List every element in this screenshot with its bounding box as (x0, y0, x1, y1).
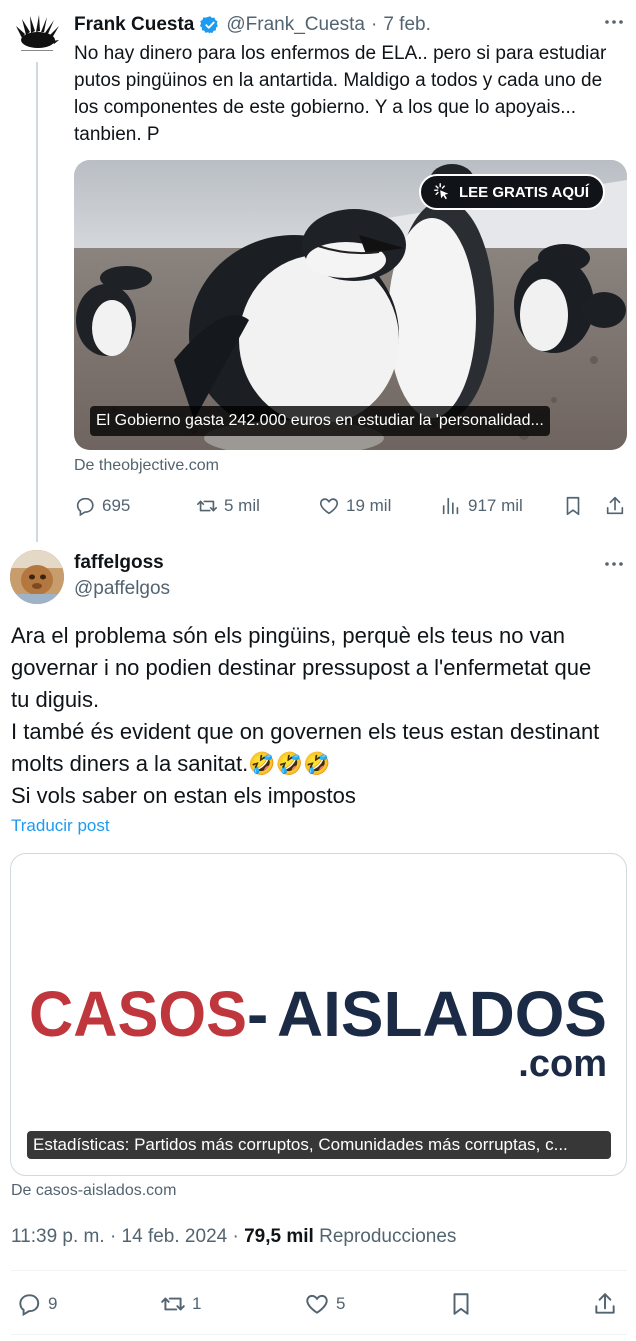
tweet1-action-bar: 695 5 mil 19 mil 917 mil (74, 490, 629, 522)
repost-icon (197, 500, 217, 512)
reply-button-2[interactable]: 9 (16, 1288, 57, 1320)
like-count: 19 mil (346, 496, 392, 515)
reply-icon (19, 1294, 40, 1317)
tweet1-header: Frank Cuesta @Frank_Cuesta · 7 feb. (74, 12, 431, 38)
verified-badge-icon (200, 15, 220, 35)
divider-bottom (11, 1334, 627, 1335)
avatar-frank-cuesta[interactable] (12, 10, 62, 60)
bookmark-button-2[interactable] (448, 1288, 474, 1320)
card-source-2[interactable]: De casos-aislados.com (11, 1182, 176, 1200)
tweet2-action-bar: 9 1 5 (0, 1288, 636, 1322)
post-metadata: 11:39 p. m. · 14 feb. 2024 · 79,5 mil Re… (11, 1226, 456, 1248)
heart-icon (306, 1294, 328, 1314)
share-button-2[interactable] (592, 1288, 618, 1320)
repost-count: 5 mil (224, 496, 260, 515)
thread-line (36, 62, 38, 542)
reply-icon (76, 497, 94, 517)
repost-button-2[interactable]: 1 (160, 1288, 201, 1320)
repost-count-2: 1 (192, 1294, 202, 1313)
more-options-icon-2[interactable] (602, 552, 626, 582)
card-title-overlay-2: Estadísticas: Partidos más corruptos, Co… (27, 1131, 611, 1159)
tweet2-line: Ara el problema són els pingüins, perquè… (11, 623, 566, 648)
views-total: 79,5 mil (244, 1226, 314, 1247)
views-count: 917 mil (468, 496, 523, 515)
logo-dash: - (247, 978, 268, 1050)
logo-aislados: AISLADOS (277, 978, 607, 1050)
read-free-label: LEE GRATIS AQUÍ (458, 183, 589, 201)
tweet2-line: tu diguis. (11, 687, 100, 712)
link-card-casos-aislados[interactable]: CASOS - AISLADOS .com Estadísticas: Part… (10, 853, 627, 1176)
share-button[interactable] (604, 490, 626, 522)
tweet2-line: molts diners a la sanitat.🤣🤣🤣 (11, 751, 331, 776)
reply-button[interactable]: 695 (74, 490, 130, 522)
tweet2-line: I també és evident que on governen els t… (11, 719, 600, 744)
tweet2-line: Si vols saber on estan els impostos (11, 783, 356, 808)
repost-icon (161, 1297, 185, 1311)
card-source[interactable]: De theobjective.com (74, 457, 219, 475)
divider (11, 1270, 627, 1271)
author-name-2[interactable]: faffelgoss (74, 552, 164, 574)
share-icon (595, 1293, 615, 1314)
reply-count: 695 (102, 496, 131, 515)
heart-icon (319, 498, 339, 515)
tweet1-text: No hay dinero para los enfermos de ELA..… (74, 43, 607, 145)
cursor-click-icon (434, 183, 449, 200)
repost-button[interactable]: 5 mil (196, 490, 260, 522)
reply-count-2: 9 (48, 1294, 58, 1313)
post-full-date[interactable]: 14 feb. 2024 (122, 1226, 228, 1247)
views-label: Reproducciones (319, 1226, 457, 1247)
views-button[interactable]: 917 mil (440, 490, 523, 522)
more-options-icon[interactable] (602, 10, 626, 40)
bookmark-icon (566, 496, 580, 516)
like-button[interactable]: 19 mil (318, 490, 391, 522)
avatar-faffelgoss[interactable] (10, 550, 64, 604)
author-handle-2[interactable]: @paffelgos (74, 578, 170, 600)
tweet2-text: Ara el problema són els pingüins, perquè… (11, 620, 621, 812)
card-title-overlay: El Gobierno gasta 242.000 euros en estud… (90, 406, 550, 436)
casos-aislados-logo: CASOS - AISLADOS .com (29, 978, 607, 1082)
link-card-theobjective[interactable]: LEE GRATIS AQUÍ El Gobierno gasta 242.00… (74, 160, 627, 450)
post-time[interactable]: 11:39 p. m. (11, 1226, 105, 1247)
dot-separator: · (371, 14, 378, 35)
meta-separator: · (232, 1226, 239, 1247)
views-chart-icon (442, 497, 459, 515)
tweet2-line: governar i no podien destinar pressupost… (11, 655, 592, 680)
share-icon (606, 496, 624, 515)
translate-post-link[interactable]: Traducir post (11, 816, 110, 836)
meta-separator: · (109, 1226, 117, 1247)
author-name[interactable]: Frank Cuesta (74, 14, 194, 36)
read-free-badge[interactable]: LEE GRATIS AQUÍ (418, 174, 605, 210)
bookmark-icon (453, 1293, 469, 1315)
author-handle[interactable]: @Frank_Cuesta (226, 14, 365, 36)
bookmark-button[interactable] (562, 490, 584, 522)
like-button-2[interactable]: 5 (304, 1288, 345, 1320)
logo-dotcom: .com (518, 1043, 607, 1082)
logo-casos: CASOS (29, 978, 247, 1050)
like-count-2: 5 (336, 1294, 346, 1313)
post-date[interactable]: 7 feb. (383, 14, 431, 36)
